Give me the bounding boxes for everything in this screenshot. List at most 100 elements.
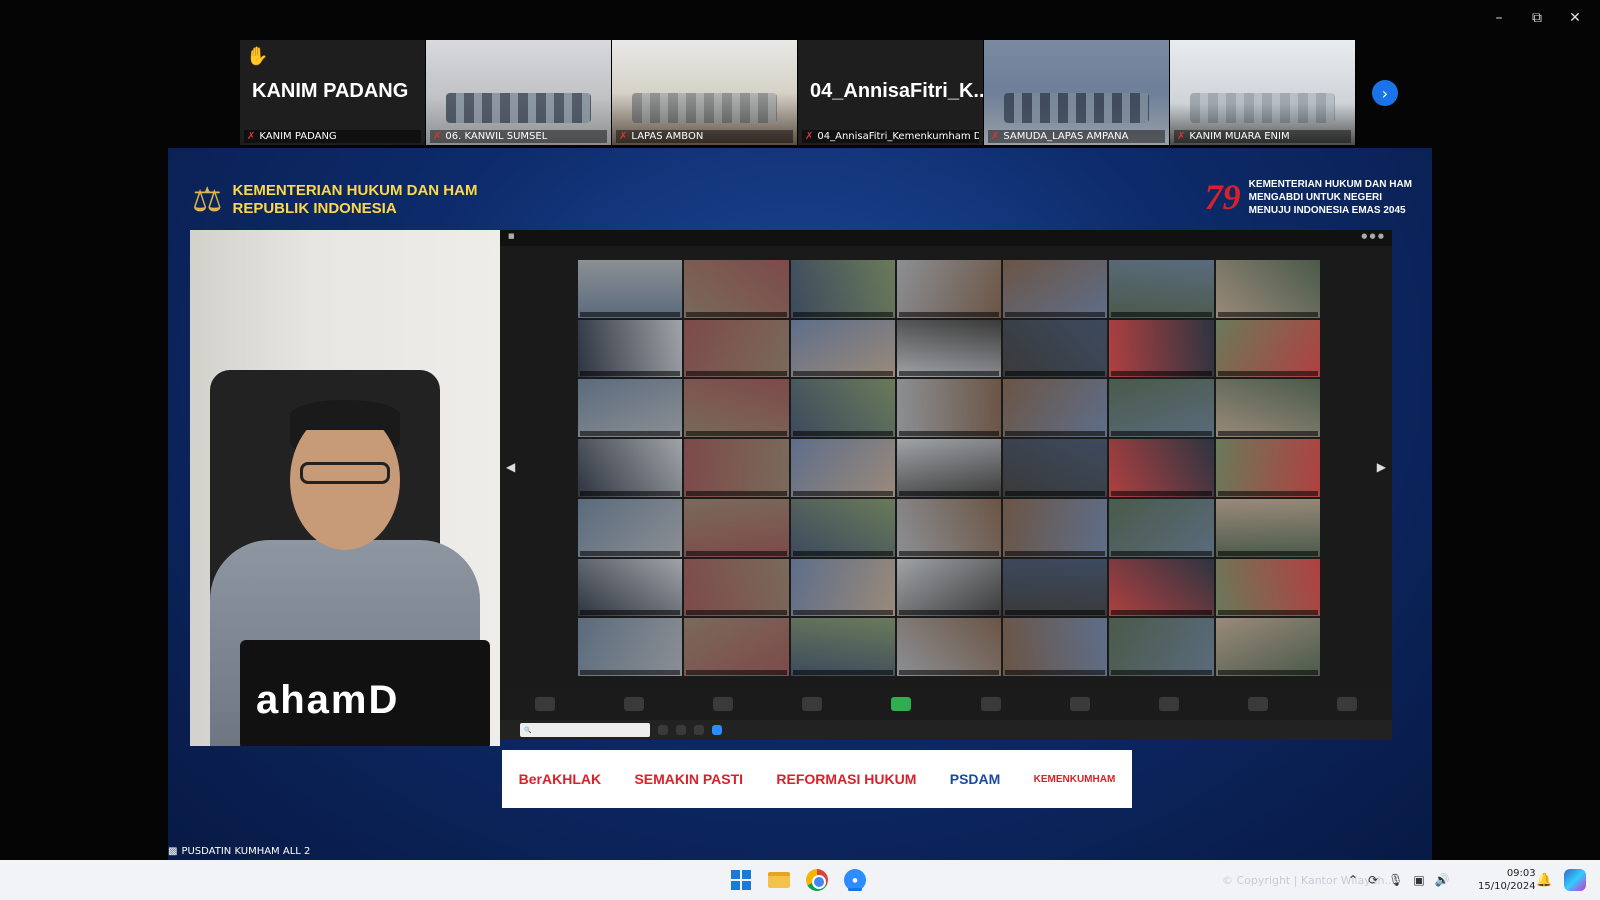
semakin-pasti-logo: SEMAKIN PASTI (634, 771, 744, 787)
mic-muted-icon: ✗ (619, 131, 628, 142)
program-logos-banner: BerAKHLAK SEMAKIN PASTI REFORMASI HUKUM … (502, 750, 1132, 808)
participant-tile[interactable]: 04_AnnisaFitri_K... ✗ 04_AnnisaFitri_Kem… (798, 40, 984, 145)
kemenkumham-logo: KEMENKUMHAM (1033, 773, 1116, 785)
start-button[interactable] (728, 867, 754, 893)
network-icon[interactable]: ▣ (1413, 873, 1424, 887)
speaker-hair-top (290, 400, 400, 430)
zoom-button[interactable]: ● (842, 867, 868, 893)
participant-tile[interactable]: ✗ 06. KANWIL SUMSEL (426, 40, 612, 145)
close-icon[interactable]: ✕ (1556, 6, 1594, 30)
gallery-tile-label (1005, 371, 1106, 377)
gallery-participant-tile (1109, 558, 1214, 617)
psdam-logo: PSDAM (949, 771, 1001, 787)
gallery-tile-label (580, 670, 681, 675)
participant-label: ✗ SAMUDA_LAPAS AMPANA (988, 130, 1165, 143)
gallery-participant-tile (790, 558, 895, 617)
gallery-participant-tile (684, 498, 789, 557)
org-title: KEMENTERIAN HUKUM DAN HAM REPUBLIK INDON… (232, 182, 477, 218)
tagline-line2: MENGABDI UNTUK NEGERI (1248, 191, 1383, 203)
notification-bell-icon[interactable]: 🔔 (1536, 873, 1552, 888)
gallery-tile-label (1111, 550, 1212, 556)
gallery-participant-tile (896, 558, 1002, 617)
shared-screen-topbar: ■ ● ● ● (500, 230, 1392, 246)
gallery-tile-label (686, 610, 787, 616)
gallery-participant-tile (578, 439, 683, 497)
gallery-participant-tile (790, 379, 895, 438)
volume-icon[interactable]: 🔊 (1435, 873, 1450, 887)
chat-button[interactable] (802, 697, 823, 711)
gallery-participant-tile (1109, 618, 1214, 676)
gallery-participant-tile (1003, 439, 1108, 497)
sync-icon[interactable]: ⟳ (1368, 873, 1378, 887)
zoom-meeting-window: – ⧉ ✕ ✋ KANIM PADANG ✗ KANIM PADANG ✗ 06… (0, 0, 1600, 860)
minimize-icon[interactable]: – (1480, 6, 1518, 30)
shared-windows-taskbar: 🔍 (500, 720, 1392, 740)
gallery-tile-label (1005, 311, 1106, 317)
gallery-participant-tile (684, 379, 789, 438)
mic-muted-icon: ✗ (1177, 131, 1186, 142)
end-button[interactable] (1337, 697, 1358, 711)
apps-button[interactable] (1158, 697, 1179, 711)
more-button[interactable] (1248, 697, 1269, 711)
reactions-button[interactable] (1069, 697, 1090, 711)
participant-name: KANIM PADANG (259, 131, 337, 142)
participant-name: 04_AnnisaFitri_Kemenkumham DKI ... (817, 131, 979, 142)
grid-next-arrow-icon[interactable]: ▶ (1377, 460, 1386, 474)
gallery-participant-tile (790, 498, 895, 557)
chrome-button[interactable] (804, 867, 830, 893)
gallery-participant-tile (684, 439, 789, 497)
restore-icon[interactable]: ⧉ (1518, 6, 1556, 30)
taskbar-clock[interactable]: 09:03 15/10/2024 (1478, 867, 1536, 893)
gallery-tile-label (898, 550, 1000, 556)
gallery-tile-label (686, 490, 787, 496)
gallery-participant-tile (1003, 319, 1108, 378)
share-button[interactable] (891, 697, 912, 711)
gallery-tile-label (1111, 371, 1212, 377)
gallery-grid (578, 260, 1320, 676)
participant-tile[interactable]: ✗ KANIM MUARA ENIM (1170, 40, 1356, 145)
file-explorer-button[interactable] (766, 867, 792, 893)
gallery-tile-label (792, 311, 893, 317)
mic-muted-icon: ✗ (991, 131, 1000, 142)
mic-button[interactable] (534, 697, 555, 711)
gallery-tile-label (792, 371, 893, 377)
gallery-participant-tile (896, 319, 1002, 378)
windows-taskbar: ● © Copyright | Kantor Wilayah... ⌃ ⟳ 🎙 … (0, 860, 1600, 900)
gallery-participant-tile (896, 498, 1002, 557)
participant-tile[interactable]: ✋ KANIM PADANG ✗ KANIM PADANG (240, 40, 426, 145)
participant-tile[interactable]: ✗ SAMUDA_LAPAS AMPANA (984, 40, 1170, 145)
gallery-tile-label (898, 670, 1000, 675)
gallery-tile-label (580, 490, 681, 496)
laptop-sticker-text: ahamD (256, 678, 400, 722)
shared-app-icon (658, 725, 668, 735)
gallery-participant-tile (790, 618, 895, 676)
microphone-icon[interactable]: 🎙 (1388, 873, 1403, 887)
gallery-tile-label (686, 550, 787, 556)
gallery-tile-label (1217, 670, 1318, 675)
video-button[interactable] (623, 697, 644, 711)
next-page-chevron-icon[interactable]: › (1372, 80, 1398, 106)
record-button[interactable] (980, 697, 1001, 711)
chrome-icon (806, 869, 828, 891)
gallery-participant-tile (684, 260, 789, 318)
gallery-tile-label (1005, 550, 1106, 556)
gallery-tile-label (1111, 311, 1212, 317)
gallery-participant-tile (578, 379, 683, 438)
grid-prev-arrow-icon[interactable]: ◀ (506, 460, 515, 474)
copilot-icon[interactable] (1564, 869, 1586, 891)
participant-tile[interactable]: ✗ LAPAS AMBON (612, 40, 798, 145)
participant-label: ✗ KANIM MUARA ENIM (1174, 130, 1351, 143)
gallery-tile-label (792, 610, 893, 616)
gallery-participant-tile (1003, 379, 1108, 438)
gallery-tile-label (898, 371, 1000, 377)
shared-status-icons: ● ● ● (1361, 232, 1384, 240)
reformasi-hukum-logo: REFORMASI HUKUM (776, 771, 917, 787)
window-controls: – ⧉ ✕ (1480, 6, 1594, 30)
participants-button[interactable] (712, 697, 733, 711)
windows-logo-icon (731, 870, 751, 890)
chevron-up-icon[interactable]: ⌃ (1348, 873, 1358, 887)
gallery-tile-label (580, 550, 681, 556)
system-tray: ⌃ ⟳ 🎙 ▣ 🔊 (1348, 873, 1450, 887)
gallery-tile-label (1217, 490, 1318, 496)
org-title-line1: KEMENTERIAN HUKUM DAN HAM (232, 182, 478, 199)
